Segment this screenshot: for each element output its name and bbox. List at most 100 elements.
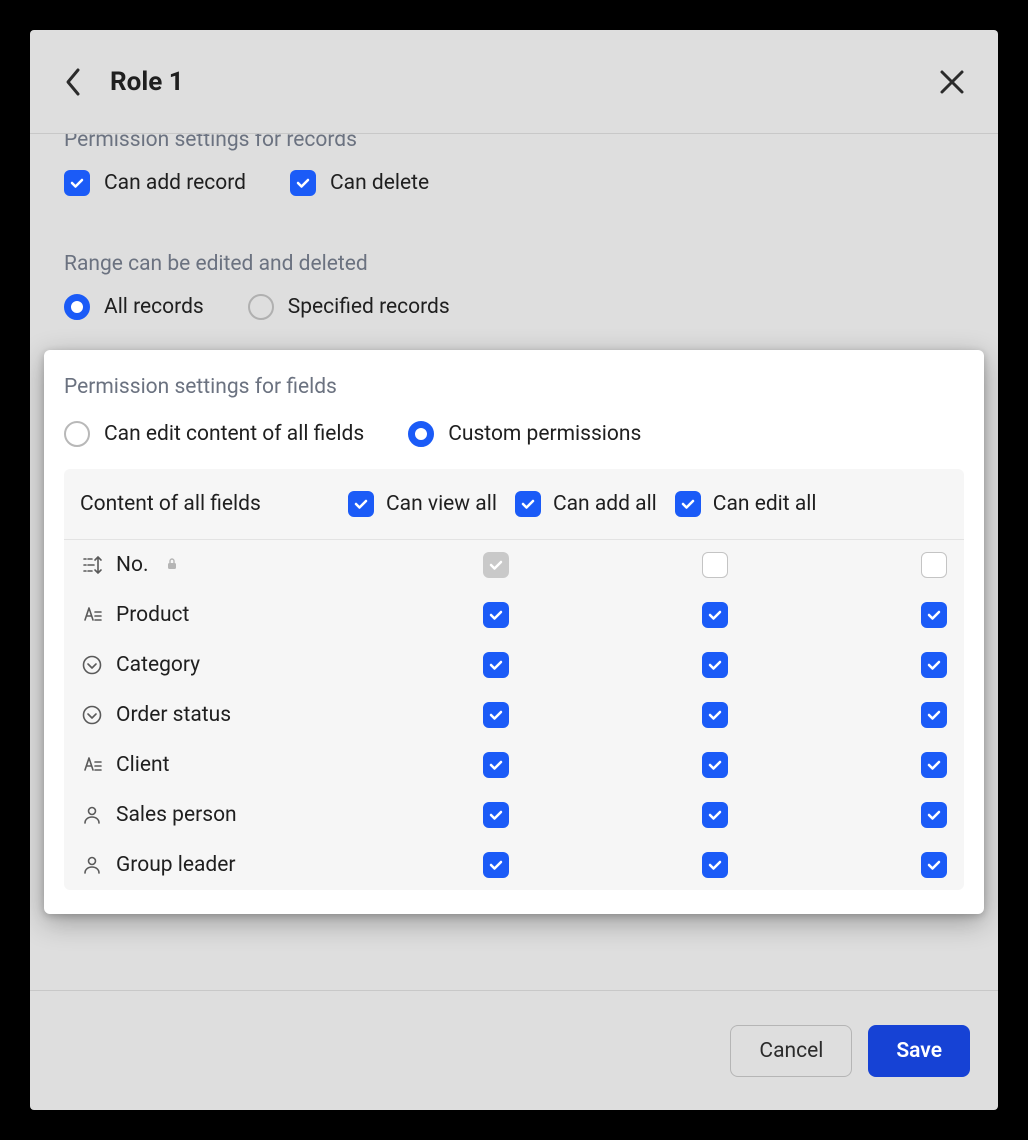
field-checkbox <box>483 552 509 578</box>
field-type-icon <box>80 703 104 727</box>
check-icon <box>295 175 311 191</box>
field-checkbox[interactable] <box>921 552 947 578</box>
back-button[interactable] <box>58 67 88 97</box>
field-checkbox[interactable] <box>921 802 947 828</box>
field-name-text: Order status <box>116 703 231 727</box>
table-header: Content of all fields Can view all Can a… <box>64 469 964 540</box>
edit-all-fields-label: Can edit content of all fields <box>104 422 364 446</box>
field-checkbox[interactable] <box>702 852 728 878</box>
custom-permissions-label: Custom permissions <box>448 422 641 446</box>
field-name: No. <box>80 553 482 577</box>
field-checkbox[interactable] <box>483 702 509 728</box>
field-checkbox[interactable] <box>702 602 728 628</box>
fields-table: Content of all fields Can view all Can a… <box>64 469 964 890</box>
range-section-label: Range can be edited and deleted <box>64 252 964 276</box>
edit-all-fields-option[interactable]: Can edit content of all fields <box>64 421 364 447</box>
field-name-text: Client <box>116 753 169 777</box>
field-cells <box>482 602 948 628</box>
custom-permissions-option[interactable]: Custom permissions <box>408 421 641 447</box>
can-view-all-checkbox[interactable] <box>348 491 374 517</box>
field-cells <box>482 652 948 678</box>
field-checkbox[interactable] <box>702 652 728 678</box>
table-row: Order status <box>64 690 964 740</box>
can-add-all-checkbox[interactable] <box>515 491 541 517</box>
field-type-icon <box>80 803 104 827</box>
dialog-window: Role 1 Permission settings for records C… <box>30 30 998 1110</box>
field-checkbox[interactable] <box>921 602 947 628</box>
field-checkbox[interactable] <box>483 802 509 828</box>
specified-records-radio[interactable] <box>248 294 274 320</box>
can-delete-checkbox[interactable] <box>290 170 316 196</box>
can-add-record-option[interactable]: Can add record <box>64 170 246 196</box>
field-checkbox[interactable] <box>483 602 509 628</box>
titlebar: Role 1 <box>30 30 998 134</box>
field-cells <box>482 552 948 578</box>
field-name: Product <box>80 603 482 627</box>
can-view-all-label: Can view all <box>386 492 497 516</box>
table-row: Sales person <box>64 790 964 840</box>
field-name-text: Category <box>116 653 200 677</box>
field-type-icon <box>80 753 104 777</box>
field-type-icon <box>80 603 104 627</box>
fields-section-label: Permission settings for fields <box>64 375 964 399</box>
check-icon <box>353 496 369 512</box>
records-checkbox-row: Can add record Can delete <box>64 170 964 196</box>
save-button[interactable]: Save <box>868 1025 970 1077</box>
field-cells <box>482 802 948 828</box>
can-edit-all-label: Can edit all <box>713 492 817 516</box>
can-view-all-option[interactable]: Can view all <box>348 491 497 517</box>
can-add-all-option[interactable]: Can add all <box>515 491 657 517</box>
field-cells <box>482 752 948 778</box>
can-delete-label: Can delete <box>330 171 429 195</box>
field-name: Group leader <box>80 853 482 877</box>
field-type-icon <box>80 853 104 877</box>
table-row: Client <box>64 740 964 790</box>
field-checkbox[interactable] <box>702 702 728 728</box>
can-add-record-checkbox[interactable] <box>64 170 90 196</box>
field-cells <box>482 852 948 878</box>
specified-records-option[interactable]: Specified records <box>248 294 450 320</box>
cancel-button[interactable]: Cancel <box>730 1025 852 1077</box>
table-row: No. <box>64 540 964 590</box>
field-checkbox[interactable] <box>921 652 947 678</box>
can-add-all-label: Can add all <box>553 492 657 516</box>
custom-permissions-radio[interactable] <box>408 421 434 447</box>
check-icon <box>520 496 536 512</box>
range-radio-row: All records Specified records <box>64 294 964 320</box>
table-row: Product <box>64 590 964 640</box>
field-checkbox[interactable] <box>483 652 509 678</box>
field-name: Order status <box>80 703 482 727</box>
field-checkbox[interactable] <box>921 852 947 878</box>
field-checkbox[interactable] <box>702 752 728 778</box>
table-row: Category <box>64 640 964 690</box>
field-name-text: Sales person <box>116 803 237 827</box>
field-cells <box>482 702 948 728</box>
fields-radio-row: Can edit content of all fields Custom pe… <box>64 421 964 447</box>
field-type-icon <box>80 653 104 677</box>
all-records-radio[interactable] <box>64 294 90 320</box>
lock-icon <box>165 553 179 577</box>
check-icon <box>69 175 85 191</box>
can-delete-option[interactable]: Can delete <box>290 170 429 196</box>
field-checkbox[interactable] <box>921 702 947 728</box>
field-name: Category <box>80 653 482 677</box>
field-checkbox[interactable] <box>702 552 728 578</box>
can-edit-all-checkbox[interactable] <box>675 491 701 517</box>
all-records-label: All records <box>104 295 204 319</box>
edit-all-fields-radio[interactable] <box>64 421 90 447</box>
field-name-text: Product <box>116 603 189 627</box>
field-type-icon <box>80 553 104 577</box>
field-checkbox[interactable] <box>483 752 509 778</box>
field-checkbox[interactable] <box>921 752 947 778</box>
close-button[interactable] <box>934 64 970 100</box>
all-records-option[interactable]: All records <box>64 294 204 320</box>
field-checkbox[interactable] <box>702 802 728 828</box>
can-edit-all-option[interactable]: Can edit all <box>675 491 817 517</box>
specified-records-label: Specified records <box>288 295 450 319</box>
field-name: Sales person <box>80 803 482 827</box>
field-name-text: Group leader <box>116 853 236 877</box>
footer: Cancel Save <box>30 990 998 1110</box>
records-section-label: Permission settings for records <box>64 134 964 152</box>
field-name-text: No. <box>116 553 149 577</box>
field-checkbox[interactable] <box>483 852 509 878</box>
